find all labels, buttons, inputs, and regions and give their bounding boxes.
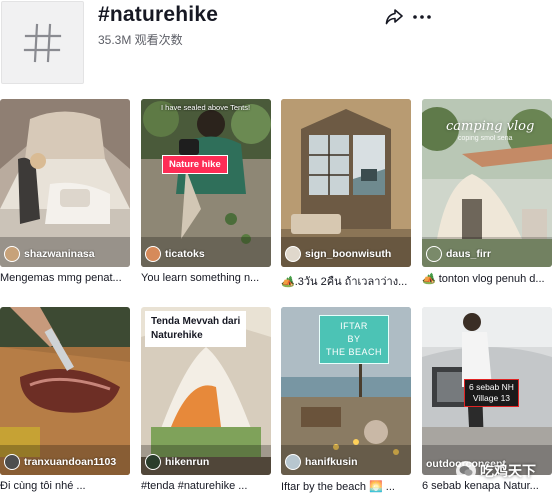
video-caption[interactable]: You learn something n...	[141, 272, 271, 284]
video-card[interactable]: Tenda Mevvah dari Naturehike hikenrun #t…	[141, 307, 271, 492]
avatar[interactable]	[285, 246, 301, 262]
page-title: #naturehike	[98, 3, 219, 26]
video-overlay-title: camping vlog	[446, 119, 535, 134]
avatar[interactable]	[426, 246, 442, 262]
hashtag-icon	[23, 23, 61, 62]
view-count: 35.3M 观看次数	[98, 33, 183, 47]
username[interactable]: hikenrun	[165, 456, 209, 468]
overlay-line: 6 sebab NH	[469, 382, 514, 392]
username[interactable]: ticatoks	[165, 248, 205, 260]
avatar[interactable]	[4, 454, 20, 470]
video-caption[interactable]: 🏕️ tonton vlog penuh d...	[422, 272, 552, 285]
video-caption[interactable]: Iftar by the beach 🌅 ...	[281, 480, 411, 493]
share-button[interactable]	[385, 8, 403, 26]
video-thumbnail[interactable]: sign_boonwisuth	[281, 99, 411, 267]
avatar[interactable]	[4, 246, 20, 262]
more-options-button[interactable]	[412, 8, 432, 26]
video-overlay-subtitle: coping smol sena	[458, 135, 513, 142]
tent-interior-image	[0, 99, 130, 267]
overlay-line: Naturehike	[151, 330, 203, 341]
video-thumbnail[interactable]: IFTAR BY THE BEACH hanifkusin	[281, 307, 411, 475]
hashtag-header: #naturehike 35.3M 观看次数	[0, 0, 554, 92]
more-horizontal-icon	[413, 15, 431, 19]
video-card[interactable]: IFTAR BY THE BEACH hanifkusin Iftar by t…	[281, 307, 411, 493]
creator-info: tranxuandoan1103	[4, 454, 116, 470]
video-caption[interactable]: #tenda #naturehike ...	[141, 480, 271, 492]
username[interactable]: hanifkusin	[305, 456, 358, 468]
avatar[interactable]	[285, 454, 301, 470]
avatar[interactable]	[145, 454, 161, 470]
video-grid: shazwaninasa Mengemas mmg penat... I hav…	[0, 99, 554, 499]
overlay-line: Village 13	[472, 393, 511, 403]
share-arrow-icon	[385, 9, 403, 25]
video-overlay-text: 6 sebab NH Village 13	[464, 379, 519, 407]
overlay-line: Tenda Mevvah dari	[151, 316, 241, 327]
video-tag-label: Nature hike	[162, 155, 228, 174]
creator-info: sign_boonwisuth	[285, 246, 391, 262]
video-card[interactable]: camping vlog coping smol sena daus_firr …	[422, 99, 552, 285]
creator-info: ticatoks	[145, 246, 205, 262]
video-overlay-text: IFTAR BY THE BEACH	[319, 315, 390, 364]
creator-info: daus_firr	[426, 246, 491, 262]
forest-camper-image	[141, 99, 271, 267]
video-card[interactable]: sign_boonwisuth 🏕️.3วัน 2คืน ถ้าเวลาว่าง…	[281, 99, 411, 290]
video-caption[interactable]: Đi cùng tôi nhé ...	[0, 480, 130, 492]
video-thumbnail[interactable]: I have sealed above Tents! Nature hike t…	[141, 99, 271, 267]
video-card[interactable]: I have sealed above Tents! Nature hike t…	[141, 99, 271, 284]
overlay-line: IFTAR	[340, 321, 368, 331]
video-caption[interactable]: 6 sebab kenapa Natur...	[422, 480, 552, 492]
video-thumbnail[interactable]: camping vlog coping smol sena daus_firr	[422, 99, 552, 267]
creator-info: shazwaninasa	[4, 246, 95, 262]
video-overlay-text: Tenda Mevvah dari Naturehike	[145, 311, 247, 347]
video-card[interactable]: tranxuandoan1103 Đi cùng tôi nhé ...	[0, 307, 130, 492]
watermark-text: 吃鸡天下	[480, 463, 536, 479]
tent-window-lake-image	[281, 99, 411, 267]
wechat-icon	[456, 461, 476, 481]
watermark: 吃鸡天下	[456, 461, 536, 481]
creator-info: hanifkusin	[285, 454, 358, 470]
username[interactable]: tranxuandoan1103	[24, 456, 116, 468]
overlay-line: THE BEACH	[326, 347, 383, 357]
username[interactable]: sign_boonwisuth	[305, 248, 391, 260]
video-overlay-text: I have sealed above Tents!	[161, 103, 251, 112]
video-caption[interactable]: Mengemas mmg penat...	[0, 272, 130, 284]
video-thumbnail[interactable]: shazwaninasa	[0, 99, 130, 267]
video-card[interactable]: shazwaninasa Mengemas mmg penat...	[0, 99, 130, 284]
username[interactable]: shazwaninasa	[24, 248, 95, 260]
video-caption[interactable]: 🏕️.3วัน 2คืน ถ้าเวลาว่าง...	[281, 272, 411, 290]
overlay-line: BY	[347, 334, 361, 344]
video-thumbnail[interactable]: Tenda Mevvah dari Naturehike hikenrun	[141, 307, 271, 475]
creator-info: hikenrun	[145, 454, 209, 470]
steak-cutting-image	[0, 307, 130, 475]
video-thumbnail[interactable]: tranxuandoan1103	[0, 307, 130, 475]
username[interactable]: daus_firr	[446, 248, 491, 260]
hashtag-avatar	[1, 1, 84, 84]
avatar[interactable]	[145, 246, 161, 262]
video-thumbnail[interactable]: 6 sebab NH Village 13 outdoorconcept	[422, 307, 552, 475]
